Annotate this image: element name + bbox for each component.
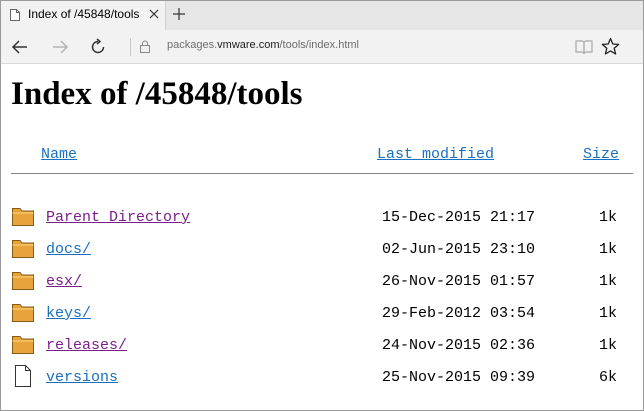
size-value: 1k [598, 209, 617, 226]
size-value: 6k [598, 369, 617, 386]
file-list-row: versions 25-Nov-2015 09:39 6k [1, 364, 643, 396]
page-content: Index of /45848/tools Name Last modified… [1, 64, 643, 410]
size-value: 1k [598, 337, 617, 354]
lock-icon[interactable] [140, 40, 150, 53]
refresh-icon[interactable] [89, 38, 107, 56]
file-name-link[interactable]: keys/ [46, 305, 91, 322]
back-arrow-icon[interactable] [11, 38, 29, 56]
page-heading: Index of /45848/tools [11, 76, 303, 112]
tab-title: Index of /45848/tools [28, 7, 140, 21]
file-list-row: docs/02-Jun-2015 23:10 1k [1, 236, 643, 268]
last-modified-value: 26-Nov-2015 01:57 [382, 273, 536, 290]
url-prefix: packages. [167, 39, 218, 51]
page-icon [10, 9, 20, 21]
folder-icon [11, 204, 35, 228]
navigation-bar: packages.vmware.com/tools/index.html [1, 30, 643, 64]
file-name-link[interactable]: versions [46, 369, 118, 386]
last-modified-value: 25-Nov-2015 09:39 [382, 369, 536, 386]
last-modified-column-link[interactable]: Last modified [377, 146, 494, 163]
size-value: 1k [598, 241, 617, 258]
last-modified-value: 02-Jun-2015 23:10 [382, 241, 536, 258]
folder-icon [11, 300, 35, 324]
size-value: 1k [598, 305, 617, 322]
favorite-star-icon[interactable] [601, 37, 620, 56]
toolbar-separator [130, 38, 131, 56]
last-modified-value: 24-Nov-2015 02:36 [382, 337, 536, 354]
file-list-row: keys/29-Feb-2012 03:54 1k [1, 300, 643, 332]
file-name-link[interactable]: esx/ [46, 273, 82, 290]
size-column-link[interactable]: Size [583, 146, 619, 163]
file-icon [11, 364, 35, 388]
name-column-link[interactable]: Name [41, 146, 77, 163]
header-divider [11, 173, 633, 174]
folder-icon [11, 268, 35, 292]
last-modified-value: 15-Dec-2015 21:17 [382, 209, 536, 226]
file-name-link[interactable]: Parent Directory [46, 209, 190, 226]
folder-icon [11, 236, 35, 260]
file-name-link[interactable]: releases/ [46, 337, 127, 354]
size-value: 1k [598, 273, 617, 290]
folder-icon [11, 332, 35, 356]
reading-view-icon[interactable] [575, 38, 593, 56]
file-list-row: esx/26-Nov-2015 01:57 1k [1, 268, 643, 300]
address-bar-url[interactable]: packages.vmware.com/tools/index.html [167, 39, 359, 51]
file-list-row: Parent Directory 15-Dec-2015 21:17 1k [1, 204, 643, 236]
file-name-link[interactable]: docs/ [46, 241, 91, 258]
file-list-row: releases/24-Nov-2015 02:36 1k [1, 332, 643, 364]
forward-arrow-icon[interactable] [51, 38, 69, 56]
url-path: /tools/index.html [279, 39, 359, 51]
url-host: vmware.com [217, 39, 280, 51]
browser-window: Index of /45848/tools packages.vmware.co… [0, 0, 644, 411]
last-modified-value: 29-Feb-2012 03:54 [382, 305, 536, 322]
browser-tab[interactable]: Index of /45848/tools [1, 1, 166, 30]
new-tab-icon[interactable] [172, 7, 186, 21]
tab-strip: Index of /45848/tools [1, 1, 643, 30]
close-tab-icon[interactable] [147, 7, 161, 21]
